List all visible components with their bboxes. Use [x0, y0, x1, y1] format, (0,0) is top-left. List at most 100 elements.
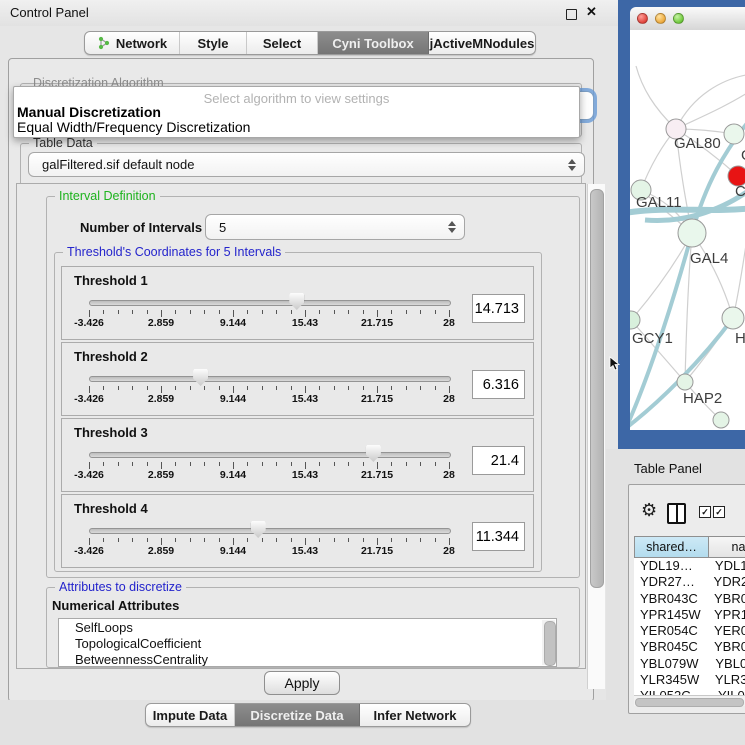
slider-tick [406, 462, 407, 466]
control-panel-title: Control Panel [10, 5, 89, 20]
slider-tick [377, 462, 378, 469]
network-node[interactable] [722, 307, 744, 329]
algorithm-option-manual[interactable]: Manual Discretization [17, 104, 161, 120]
tab-jactivemnodules[interactable]: jActiveMNodules [429, 32, 535, 54]
slider-tick [103, 386, 104, 390]
table-row[interactable]: YDR27…YDR2 [634, 574, 745, 590]
slider-tick [219, 386, 220, 390]
tab-network[interactable]: Network [85, 32, 180, 54]
slider-tick-label: 28 [443, 545, 455, 557]
network-node[interactable] [678, 219, 706, 247]
threshold-value-field[interactable]: 14.713 [472, 294, 525, 323]
slider-tick-label: 21.715 [361, 469, 393, 481]
network-node[interactable] [713, 412, 729, 428]
slider-thumb[interactable] [366, 445, 381, 462]
slider-tick [377, 538, 378, 545]
slider-tick [319, 310, 320, 314]
list-item[interactable]: BetweennessCentrality [59, 651, 556, 667]
slider-tick [391, 386, 392, 390]
list-item[interactable]: TopologicalCoefficient [59, 635, 556, 651]
numerical-attributes-list[interactable]: SelfLoopsTopologicalCoefficientBetweenne… [58, 618, 557, 667]
slider-tick [89, 462, 90, 469]
slider-tick [247, 462, 248, 466]
network-edge[interactable] [631, 233, 692, 320]
slider-tick [391, 462, 392, 466]
network-node[interactable] [677, 374, 693, 390]
slider-tick [305, 310, 306, 317]
network-edge[interactable] [676, 74, 745, 129]
float-window-icon[interactable] [566, 9, 577, 20]
network-edge[interactable] [733, 226, 745, 318]
network-edge[interactable] [641, 129, 676, 190]
horizontal-scrollbar-thumb[interactable] [635, 698, 744, 707]
slider-tick [420, 386, 421, 390]
threshold-value-field[interactable]: 21.4 [472, 446, 525, 475]
threshold-value-field[interactable]: 11.344 [472, 522, 525, 551]
table-row[interactable]: YBL079WYBL0 [634, 656, 745, 672]
tab-style-label: Style [197, 36, 228, 51]
table-row[interactable]: YER054CYER0 [634, 623, 745, 639]
network-node-label: GAL11 [636, 194, 682, 211]
slider-tick [334, 538, 335, 542]
apply-button[interactable]: Apply [264, 671, 340, 695]
slider-track[interactable] [89, 452, 451, 458]
slider-tick [190, 310, 191, 314]
checkbox-icon[interactable]: ✓ [713, 506, 725, 518]
threshold-panel: Threshold 1-3.4262.8599.14415.4321.71528… [61, 266, 534, 340]
traffic-light-zoom-icon[interactable] [673, 13, 684, 24]
slider-thumb[interactable] [289, 293, 304, 310]
list-scrollbar-thumb[interactable] [544, 621, 556, 666]
tab-infer-network[interactable]: Infer Network [360, 704, 470, 726]
slider-track[interactable] [89, 528, 451, 534]
tab-select[interactable]: Select [247, 32, 318, 54]
slider-tick [132, 538, 133, 542]
tab-style[interactable]: Style [180, 32, 247, 54]
slider-thumb[interactable] [193, 369, 208, 386]
column-header-name[interactable]: na [708, 536, 745, 558]
tab-cyni-toolbox-label: Cyni Toolbox [332, 36, 413, 51]
list-item[interactable]: SelfLoops [59, 619, 556, 635]
table-row[interactable]: YLR345WYLR3 [634, 672, 745, 688]
vertical-scrollbar-thumb[interactable] [590, 189, 604, 588]
split-view-icon[interactable] [667, 503, 686, 524]
network-edge[interactable] [636, 66, 676, 129]
slider-track[interactable] [89, 300, 451, 306]
table-data-combobox[interactable]: galFiltered.sif default node [28, 152, 585, 177]
close-icon[interactable]: ✕ [586, 4, 597, 20]
network-graph: GAL80GAL11GAL4GCY1HAP2HCG [630, 30, 745, 430]
network-node[interactable] [630, 311, 640, 329]
table-row[interactable]: YBR043CYBR0 [634, 591, 745, 607]
slider-tick-label: -3.426 [74, 545, 104, 557]
tab-discretize-data[interactable]: Discretize Data [235, 704, 360, 726]
list-scrollbar[interactable] [542, 620, 555, 665]
network-canvas[interactable]: GAL80GAL11GAL4GCY1HAP2HCG [630, 30, 745, 430]
algorithm-dropdown-popup: Select algorithm to view settings Manual… [13, 86, 580, 138]
network-window-titlebar[interactable] [630, 7, 745, 31]
number-of-intervals-combobox[interactable]: 5 [205, 214, 465, 240]
network-edge[interactable] [676, 90, 745, 129]
slider-tick [348, 310, 349, 314]
slider-tick [118, 310, 119, 314]
table-row[interactable]: YPR145WYPR1 [634, 607, 745, 623]
table-row[interactable]: YBR045CYBR0 [634, 639, 745, 655]
tab-discretize-data-label: Discretize Data [250, 708, 343, 723]
vertical-scrollbar[interactable] [587, 184, 605, 689]
threshold-value-field[interactable]: 6.316 [472, 370, 525, 399]
slider-tick [89, 386, 90, 393]
slider-tick [233, 386, 234, 393]
slider-tick [175, 386, 176, 390]
slider-track[interactable] [89, 376, 451, 382]
algorithm-option-equal-width[interactable]: Equal Width/Frequency Discretization [17, 119, 250, 135]
tab-impute-data[interactable]: Impute Data [146, 704, 235, 726]
table-row[interactable]: YDL19…YDL1 [634, 558, 745, 574]
network-node[interactable] [724, 124, 744, 144]
checkbox-icon[interactable]: ✓ [699, 506, 711, 518]
tab-cyni-toolbox[interactable]: Cyni Toolbox [318, 32, 429, 54]
traffic-light-close-icon[interactable] [637, 13, 648, 24]
gear-icon[interactable]: ⚙ [641, 501, 657, 519]
slider-thumb[interactable] [251, 521, 266, 538]
traffic-light-minimize-icon[interactable] [655, 13, 666, 24]
horizontal-scrollbar[interactable] [634, 695, 745, 706]
table-row[interactable]: YIL052CYIL0 [634, 688, 745, 695]
column-header-shared[interactable]: shared… [634, 536, 708, 558]
